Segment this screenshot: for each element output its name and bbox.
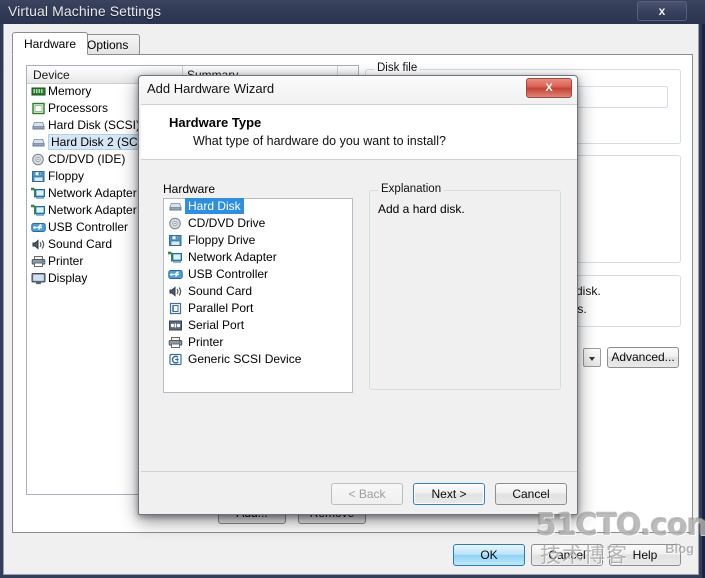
wizard-heading: Hardware Type [169, 115, 262, 130]
network-adapter-icon [168, 251, 183, 264]
cancel-button[interactable]: Cancel [531, 544, 603, 566]
hardware-type-item[interactable]: Printer [164, 335, 352, 352]
cddvd-icon [31, 153, 46, 166]
serial-port-icon [168, 319, 183, 332]
usb-icon [168, 268, 183, 281]
device-row-label: Sound Card [48, 237, 113, 251]
sound-card-icon [168, 285, 183, 298]
back-button[interactable]: < Back [331, 483, 403, 505]
wizard-subheading: What type of hardware do you want to ins… [193, 134, 446, 148]
next-button[interactable]: Next > [413, 483, 485, 505]
wizard-body: Hardware Hard Disk CD/DVD Drive Floppy Dri… [141, 160, 577, 471]
hardware-type-item-label: CD/DVD Drive [188, 216, 266, 230]
hardware-type-item[interactable]: Network Adapter [164, 250, 352, 267]
wizard-cancel-button[interactable]: Cancel [495, 483, 567, 505]
sound-card-icon [31, 238, 46, 251]
hardware-type-item[interactable]: USB Controller [164, 267, 352, 284]
wizard-footer: < Back Next > Cancel [141, 471, 577, 514]
device-row-label: Processors [48, 101, 109, 115]
network-adapter-icon [31, 187, 46, 200]
hardware-type-item-label: Generic SCSI Device [188, 352, 302, 366]
hardware-type-item-label: Printer [188, 335, 224, 349]
explanation-text: Add a hard disk. [378, 202, 465, 216]
ok-button[interactable]: OK [453, 544, 525, 566]
wizard-titlebar: Add Hardware Wizard X [139, 76, 577, 104]
device-row-label: Hard Disk (SCSI) [48, 118, 141, 132]
harddisk-icon [31, 136, 46, 149]
explanation-group: Explanation Add a hard disk. [369, 183, 561, 390]
device-row-label: Network Adapter [48, 186, 137, 200]
wizard-header: Hardware Type What type of hardware do y… [141, 104, 577, 160]
hardware-type-item-label: Floppy Drive [188, 233, 256, 247]
hardware-list-label: Hardware [163, 182, 216, 196]
usb-icon [31, 221, 46, 234]
window-frame: Virtual Machine Settings x Hardware Opti… [0, 0, 705, 578]
chevron-down-icon[interactable] [583, 348, 601, 367]
device-row-label: Printer [48, 254, 84, 268]
close-icon[interactable]: x [637, 1, 687, 21]
memory-icon [31, 85, 46, 98]
display-icon [31, 272, 46, 285]
tabstrip: Hardware Options [12, 32, 692, 55]
screenshot-root: Virtual Machine Settings x Hardware Opti… [0, 0, 705, 578]
harddisk-icon [168, 200, 183, 213]
cddvd-icon [168, 217, 183, 230]
wizard-close-icon[interactable]: X [526, 78, 572, 98]
scsi-device-icon [168, 353, 183, 366]
hardware-type-item[interactable]: Parallel Port [164, 301, 352, 318]
disk-file-group-title: Disk file [374, 62, 421, 74]
printer-icon [168, 336, 183, 349]
hardware-type-item[interactable]: Serial Port [164, 318, 352, 335]
hardware-type-item[interactable]: Sound Card [164, 284, 352, 301]
hardware-type-item[interactable]: Floppy Drive [164, 233, 352, 250]
wizard-title: Add Hardware Wizard [147, 81, 275, 96]
floppy-icon [31, 170, 46, 183]
window-titlebar: Virtual Machine Settings x [0, 0, 705, 24]
device-row-label: Floppy [48, 169, 85, 183]
advanced-button[interactable]: Advanced... [607, 347, 679, 368]
processor-icon [31, 102, 46, 115]
network-adapter-icon [31, 204, 46, 217]
help-button[interactable]: Help [609, 544, 681, 566]
hardware-type-item-label: Network Adapter [188, 250, 277, 264]
printer-icon [31, 255, 46, 268]
explanation-label: Explanation [378, 183, 445, 195]
hardware-type-list[interactable]: Hard Disk CD/DVD Drive Floppy Drive Network… [163, 198, 353, 393]
hardware-type-item[interactable]: CD/DVD Drive [164, 216, 352, 233]
hardware-type-item-label: Sound Card [188, 284, 253, 298]
hardware-type-item-label: Parallel Port [188, 301, 254, 315]
add-hardware-wizard-dialog: Add Hardware Wizard X Hardware Type What… [138, 75, 578, 515]
parallel-port-icon [168, 302, 183, 315]
device-row-label: Memory [48, 84, 92, 98]
device-row-label: Network Adapter 2 [48, 203, 147, 217]
hardware-type-item-label: Serial Port [188, 318, 245, 332]
device-row-label: Display [48, 271, 88, 285]
window-title: Virtual Machine Settings [8, 3, 162, 19]
device-row-label: USB Controller [48, 220, 129, 234]
floppy-icon [168, 234, 183, 247]
column-header-device[interactable]: Device [33, 68, 70, 82]
device-row-label: CD/DVD (IDE) [48, 152, 126, 166]
hardware-type-item[interactable]: Hard Disk [164, 198, 352, 216]
hardware-type-item[interactable]: Generic SCSI Device [164, 352, 352, 369]
hardware-type-item-label: Hard Disk [185, 198, 244, 214]
hardware-type-item-label: USB Controller [188, 267, 269, 281]
tab-hardware[interactable]: Hardware [12, 32, 89, 55]
harddisk-icon [31, 119, 46, 132]
dialog-footer: OK Cancel Help [4, 534, 700, 575]
